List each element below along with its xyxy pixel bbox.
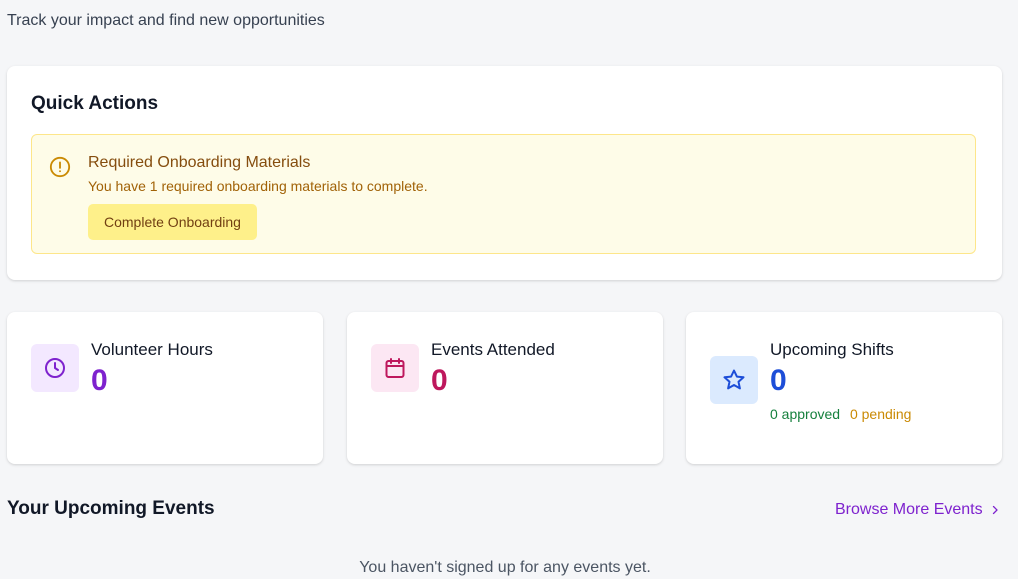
star-icon [710, 356, 758, 404]
stat-card-volunteer-hours: Volunteer Hours 0 [7, 312, 323, 464]
stat-label: Volunteer Hours [91, 340, 213, 359]
onboarding-alert: Required Onboarding Materials You have 1… [31, 134, 976, 254]
alert-text: You have 1 required onboarding materials… [88, 178, 428, 194]
calendar-icon [371, 344, 419, 392]
stat-card-events-attended: Events Attended 0 [347, 312, 663, 464]
stat-value: 0 [770, 364, 787, 397]
approved-count: 0 approved [770, 406, 841, 422]
browse-link-label: Browse More Events [835, 501, 983, 518]
stat-label: Upcoming Shifts [770, 340, 894, 359]
alert-title: Required Onboarding Materials [88, 154, 311, 171]
clock-icon [31, 344, 79, 392]
stat-card-upcoming-shifts: Upcoming Shifts 0 0 approved 0 pending [686, 312, 1002, 464]
stat-value: 0 [91, 364, 108, 397]
quick-actions-title: Quick Actions [31, 93, 159, 114]
upcoming-events-title: Your Upcoming Events [7, 498, 215, 519]
shift-status-summary: 0 approved 0 pending [770, 406, 917, 422]
page-subtitle: Track your impact and find new opportuni… [7, 12, 325, 29]
quick-actions-card: Quick Actions Required Onboarding Materi… [7, 66, 1002, 280]
stat-value: 0 [431, 364, 448, 397]
pending-count: 0 pending [849, 406, 912, 422]
chevron-right-icon [992, 505, 998, 515]
complete-onboarding-button[interactable]: Complete Onboarding [88, 204, 257, 240]
browse-more-events-link[interactable]: Browse More Events [835, 501, 1001, 519]
alert-circle-icon [49, 156, 71, 178]
empty-events-message: You haven't signed up for any events yet… [359, 559, 651, 576]
stat-label: Events Attended [431, 340, 555, 359]
